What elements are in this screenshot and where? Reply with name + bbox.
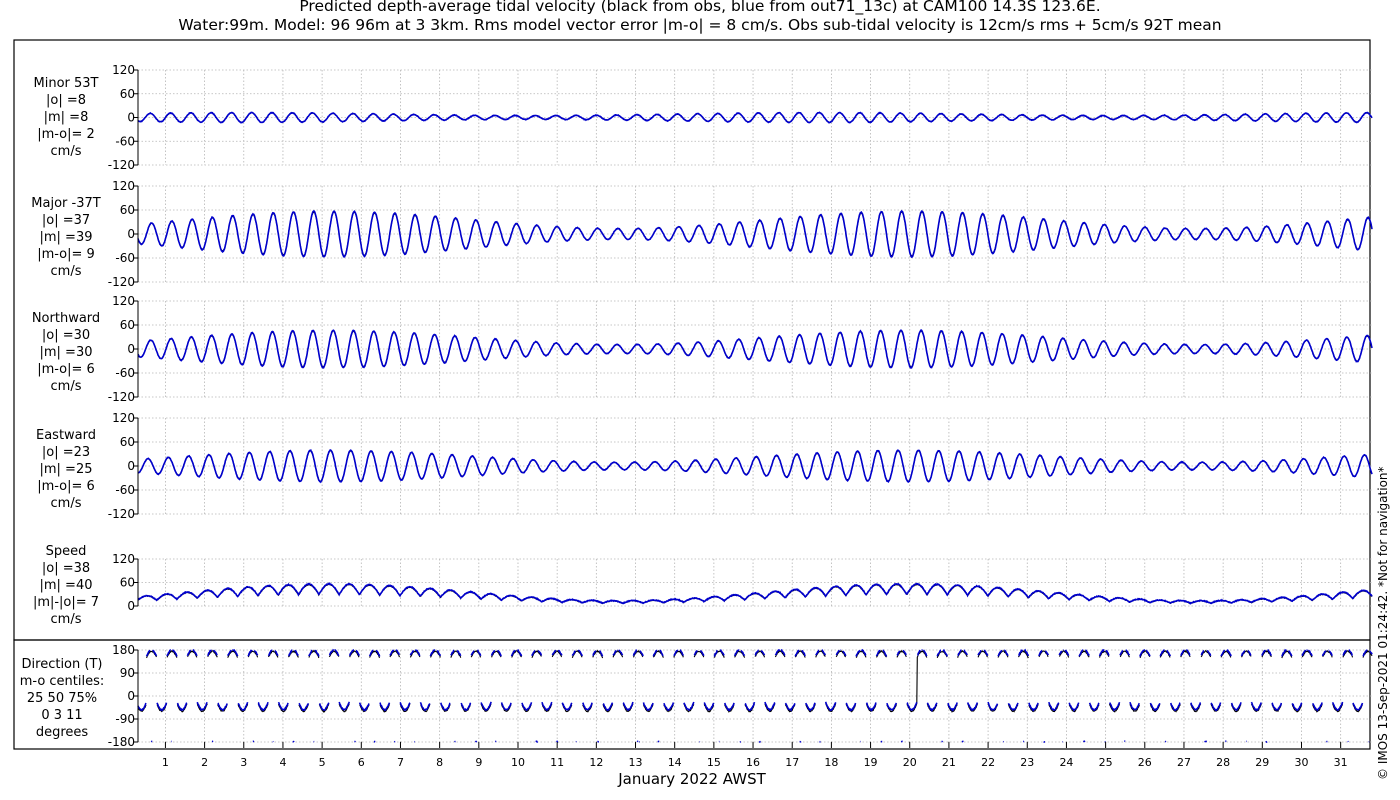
panel-label-line: cm/s <box>51 379 82 394</box>
x-tick-label: 11 <box>550 756 564 769</box>
y-tick-label: 120 <box>112 411 135 425</box>
x-tick-label: 30 <box>1294 756 1308 769</box>
x-tick-label: 4 <box>279 756 286 769</box>
panel-label-line: cm/s <box>51 144 82 159</box>
y-tick-label: -180 <box>108 735 135 749</box>
panel-label-line: cm/s <box>51 612 82 627</box>
grid-lines <box>138 69 1372 743</box>
panel-label-line: 0 3 11 <box>41 708 82 723</box>
panel-label-line: |m| =25 <box>40 462 93 477</box>
y-tick-label: 120 <box>112 179 135 193</box>
panel-label-line: |m-o|= 6 <box>37 479 95 494</box>
panel-label-line: |m-o|= 9 <box>37 247 95 262</box>
y-tick-label: -90 <box>115 712 135 726</box>
x-tick-label: 23 <box>1020 756 1034 769</box>
y-tick-label: -120 <box>108 390 135 404</box>
x-tick-label: 8 <box>436 756 443 769</box>
x-tick-label: 16 <box>746 756 760 769</box>
panel-label-line: degrees <box>36 725 89 740</box>
y-tick-label: 0 <box>127 111 135 125</box>
y-tick-label: 0 <box>127 459 135 473</box>
y-tick-label: 60 <box>120 87 135 101</box>
y-tick-label: 60 <box>120 576 135 590</box>
series-layer <box>137 111 1373 743</box>
y-tick-label: 60 <box>120 435 135 449</box>
panel-label-line: 25 50 75% <box>27 691 97 706</box>
x-tick-label: 6 <box>358 756 365 769</box>
panel-label-line: |o| =8 <box>46 93 86 108</box>
y-tick-label: 90 <box>120 666 135 680</box>
panel-label-line: |o| =23 <box>42 445 90 460</box>
y-tick-label: 120 <box>112 552 135 566</box>
y-tick-label: 60 <box>120 318 135 332</box>
x-tick-label: 12 <box>589 756 603 769</box>
panel-label-line: Speed <box>46 544 87 559</box>
upper-frame <box>13 39 1371 641</box>
x-tick-label: 17 <box>785 756 799 769</box>
panel-label-line: |o| =37 <box>42 213 90 228</box>
panel-label-line: cm/s <box>51 264 82 279</box>
y-tick-label: 0 <box>127 342 135 356</box>
panel-label-line: |m| =30 <box>40 345 93 360</box>
panel-label-line: |m-o|= 2 <box>37 127 95 142</box>
x-tick-label: 19 <box>864 756 878 769</box>
x-tick-label: 18 <box>824 756 838 769</box>
x-tick-label: 1 <box>162 756 169 769</box>
panel-label-line: |m|-|o|= 7 <box>33 595 99 610</box>
x-tick-label: 25 <box>1099 756 1113 769</box>
figure-frame <box>13 39 1371 750</box>
y-tick-label: -60 <box>115 366 135 380</box>
model-series-line <box>137 582 1373 605</box>
x-tick-label: 13 <box>629 756 643 769</box>
x-tick-label: 31 <box>1334 756 1348 769</box>
panel-label-line: |o| =30 <box>42 328 90 343</box>
panel-label-line: Minor 53T <box>34 76 99 91</box>
panel-label-line: Direction (T) <box>22 657 103 672</box>
axes-layer: 1 2 3 4 5 6 7 8 9 10 11 12 13 14 15 16 17 18 19 20 21 22 23 24 2… <box>108 63 1348 769</box>
panel-label-line: |m| =40 <box>40 578 93 593</box>
x-tick-label: 20 <box>903 756 917 769</box>
y-tick-label: -120 <box>108 158 135 172</box>
y-tick-label: 0 <box>127 227 135 241</box>
x-tick-label: 14 <box>668 756 682 769</box>
x-tick-label: 29 <box>1255 756 1269 769</box>
x-tick-label: 2 <box>201 756 208 769</box>
y-tick-label: 180 <box>112 643 135 657</box>
y-tick-label: 120 <box>112 63 135 77</box>
copyright-notice: © IMOS 13-Sep-2021 01:24:42. *Not for na… <box>1376 466 1390 780</box>
x-tick-label: 22 <box>981 756 995 769</box>
x-tick-label: 28 <box>1216 756 1230 769</box>
x-tick-label: 3 <box>240 756 247 769</box>
panel-label-line: Eastward <box>36 428 96 443</box>
panel-label-line: m-o centiles: <box>20 674 105 689</box>
x-tick-label: 9 <box>475 756 482 769</box>
y-tick-label: -60 <box>115 483 135 497</box>
y-tick-label: 60 <box>120 203 135 217</box>
x-axis-label: January 2022 AWST <box>617 770 766 788</box>
x-tick-label: 15 <box>707 756 721 769</box>
y-tick-label: 120 <box>112 294 135 308</box>
panel-label-line: Northward <box>32 311 100 326</box>
y-tick-label: -60 <box>115 251 135 265</box>
x-tick-label: 26 <box>1138 756 1152 769</box>
x-tick-label: 27 <box>1177 756 1191 769</box>
model-series-line <box>137 209 1373 259</box>
x-tick-label: 24 <box>1059 756 1073 769</box>
tidal-velocity-chart: 1 2 3 4 5 6 7 8 9 10 11 12 13 14 15 16 17 18 19 20 21 22 23 24 2… <box>13 39 1390 788</box>
y-tick-label: 0 <box>127 599 135 613</box>
y-tick-label: -60 <box>115 134 135 148</box>
panel-label-line: cm/s <box>51 496 82 511</box>
x-tick-label: 21 <box>942 756 956 769</box>
y-tick-label: 0 <box>127 689 135 703</box>
x-tick-label: 5 <box>319 756 326 769</box>
panel-label-line: Major -37T <box>31 196 100 211</box>
x-tick-label: 7 <box>397 756 404 769</box>
panel-label-line: |m-o|= 6 <box>37 362 95 377</box>
panel-label-line: |o| =38 <box>42 561 90 576</box>
y-tick-label: -120 <box>108 275 135 289</box>
panel-label-line: |m| =39 <box>40 230 93 245</box>
y-tick-label: -120 <box>108 507 135 521</box>
x-tick-label: 10 <box>511 756 525 769</box>
panel-label-line: |m| =8 <box>44 110 89 125</box>
